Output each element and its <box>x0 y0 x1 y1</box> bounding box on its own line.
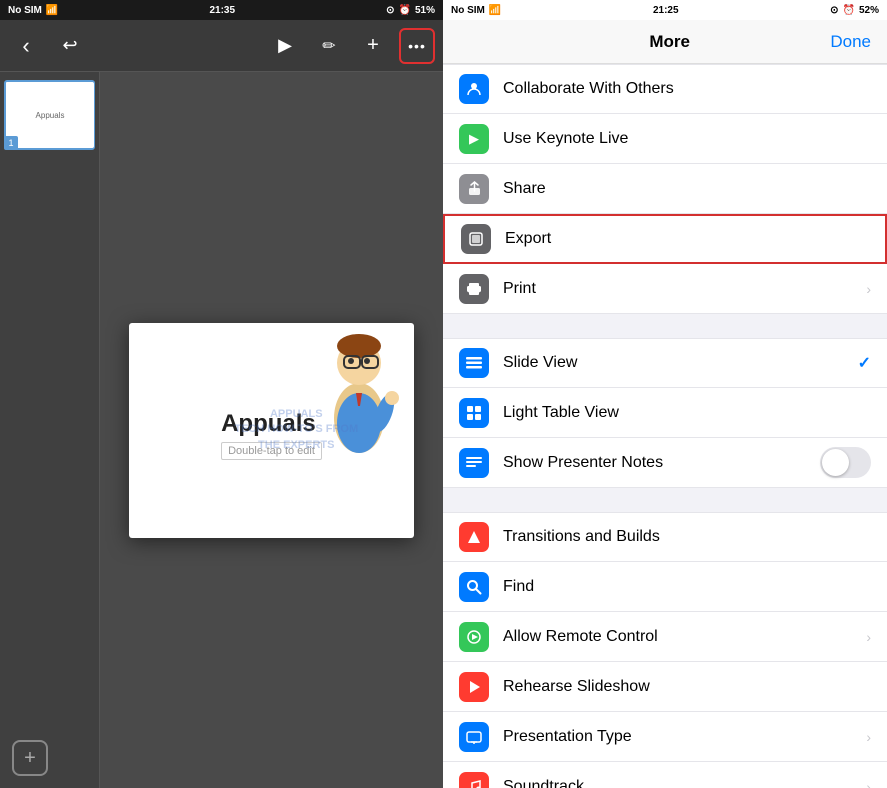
slide-subtitle: Double-tap to edit <box>221 442 322 460</box>
back-button[interactable]: ‹ <box>8 28 44 64</box>
toolbar-left: ‹ ↩ ▶ ✏ + ••• <box>0 20 443 72</box>
main-canvas: Appuals Double-tap to edit APPUALSTECH H… <box>100 72 443 788</box>
presenter-notes-label: Show Presenter Notes <box>503 454 820 472</box>
find-label: Find <box>503 578 871 596</box>
presentation-type-label: Presentation Type <box>503 728 866 746</box>
status-bar-left: No SIM 📶 21:35 ⊙ ⏰ 51% <box>0 0 443 20</box>
menu-item-soundtrack[interactable]: Soundtrack › <box>443 762 887 788</box>
battery-left: 51% <box>415 5 435 16</box>
presentation-type-icon <box>459 722 489 752</box>
share-label: Share <box>503 180 871 198</box>
slide-number-1: 1 <box>4 136 18 150</box>
right-toolbar: More Done <box>443 20 887 64</box>
status-left-group: No SIM 📶 <box>8 5 58 16</box>
wifi-icon-left: 📶 <box>46 5 58 16</box>
carrier-right: No SIM <box>451 5 485 16</box>
remote-control-chevron-icon: › <box>866 629 871 645</box>
print-icon <box>459 274 489 304</box>
toolbar-title: More <box>649 32 690 52</box>
menu-item-rehearse[interactable]: Rehearse Slideshow <box>443 662 887 712</box>
menu-section-1: Collaborate With Others ▶ Use Keynote Li… <box>443 64 887 314</box>
collaborate-icon <box>459 74 489 104</box>
menu-item-light-table[interactable]: Light Table View <box>443 388 887 438</box>
presentation-type-chevron-icon: › <box>866 729 871 745</box>
toggle-knob <box>822 449 849 476</box>
light-table-icon <box>459 398 489 428</box>
export-label: Export <box>505 230 869 248</box>
menu-section-2: Slide View ✓ Light Table View <box>443 338 887 488</box>
more-button[interactable]: ••• <box>399 28 435 64</box>
print-label: Print <box>503 280 866 298</box>
soundtrack-chevron-icon: › <box>866 779 871 788</box>
slide-view-icon <box>459 348 489 378</box>
slide-preview[interactable]: Appuals Double-tap to edit <box>129 323 414 538</box>
right-panel: No SIM 📶 21:25 ⊙ ⏰ 52% More Done <box>443 0 887 788</box>
play-button[interactable]: ▶ <box>267 28 303 64</box>
battery-group-right: ⊙ ⏰ 52% <box>830 5 879 16</box>
menu-item-keynote-live[interactable]: ▶ Use Keynote Live <box>443 114 887 164</box>
presenter-notes-toggle[interactable] <box>820 447 871 478</box>
menu-item-export[interactable]: Export <box>443 214 887 264</box>
presenter-notes-icon <box>459 448 489 478</box>
menu-item-presenter-notes[interactable]: Show Presenter Notes <box>443 438 887 488</box>
rehearse-label: Rehearse Slideshow <box>503 678 871 696</box>
character-illustration <box>314 328 404 458</box>
slide-thumb-content: Appuals <box>6 82 94 148</box>
menu-item-remote-control[interactable]: Allow Remote Control › <box>443 612 887 662</box>
time-right: 21:25 <box>653 5 679 16</box>
alarm-icon-left: ⏰ <box>399 5 411 16</box>
battery-right: 52% <box>859 5 879 16</box>
time-left: 21:35 <box>209 5 235 16</box>
menu-item-share[interactable]: Share <box>443 164 887 214</box>
menu-item-transitions[interactable]: Transitions and Builds <box>443 512 887 562</box>
soundtrack-icon <box>459 772 489 788</box>
carrier-group-right: No SIM 📶 <box>451 5 501 16</box>
menu-item-print[interactable]: Print › <box>443 264 887 314</box>
remote-control-label: Allow Remote Control <box>503 628 866 646</box>
pen-button[interactable]: ✏ <box>311 28 347 64</box>
section-divider-1 <box>443 314 887 338</box>
menu-item-find[interactable]: Find <box>443 562 887 612</box>
wifi-icon-right: 📶 <box>489 5 501 16</box>
slide-main-title: Appuals <box>221 410 322 438</box>
menu-item-collaborate[interactable]: Collaborate With Others <box>443 64 887 114</box>
carrier-left: No SIM <box>8 5 42 16</box>
soundtrack-label: Soundtrack <box>503 778 866 788</box>
share-icon <box>459 174 489 204</box>
slide-view-check-icon: ✓ <box>858 353 871 373</box>
add-slide-button[interactable]: + <box>12 740 48 776</box>
slides-panel: Appuals 1 <box>0 72 100 788</box>
menu-item-presentation-type[interactable]: Presentation Type › <box>443 712 887 762</box>
remote-control-icon <box>459 622 489 652</box>
menu-list: Collaborate With Others ▶ Use Keynote Li… <box>443 64 887 788</box>
status-bar-right: No SIM 📶 21:25 ⊙ ⏰ 52% <box>443 0 887 20</box>
transitions-label: Transitions and Builds <box>503 528 871 546</box>
done-button[interactable]: Done <box>830 32 871 52</box>
alarm-icon-right: ⏰ <box>843 5 855 16</box>
find-icon <box>459 572 489 602</box>
menu-item-slide-view[interactable]: Slide View ✓ <box>443 338 887 388</box>
collaborate-label: Collaborate With Others <box>503 80 871 98</box>
slide-thumbnail-1[interactable]: Appuals 1 <box>4 80 95 150</box>
location-icon-left: ⊙ <box>386 5 394 16</box>
location-icon-right: ⊙ <box>830 5 838 16</box>
status-right-indicators-left: ⊙ ⏰ 51% <box>386 5 435 16</box>
undo-button[interactable]: ↩ <box>52 28 88 64</box>
keynote-live-icon: ▶ <box>459 124 489 154</box>
rehearse-icon <box>459 672 489 702</box>
export-icon <box>461 224 491 254</box>
transitions-icon <box>459 522 489 552</box>
add-button[interactable]: + <box>355 28 391 64</box>
menu-section-3: Transitions and Builds Find <box>443 512 887 788</box>
slide-view-label: Slide View <box>503 354 858 372</box>
light-table-label: Light Table View <box>503 404 871 422</box>
left-panel: No SIM 📶 21:35 ⊙ ⏰ 51% ‹ ↩ ▶ ✏ + ••• App… <box>0 0 443 788</box>
keynote-live-label: Use Keynote Live <box>503 130 871 148</box>
section-divider-2 <box>443 488 887 512</box>
print-chevron-icon: › <box>866 281 871 297</box>
